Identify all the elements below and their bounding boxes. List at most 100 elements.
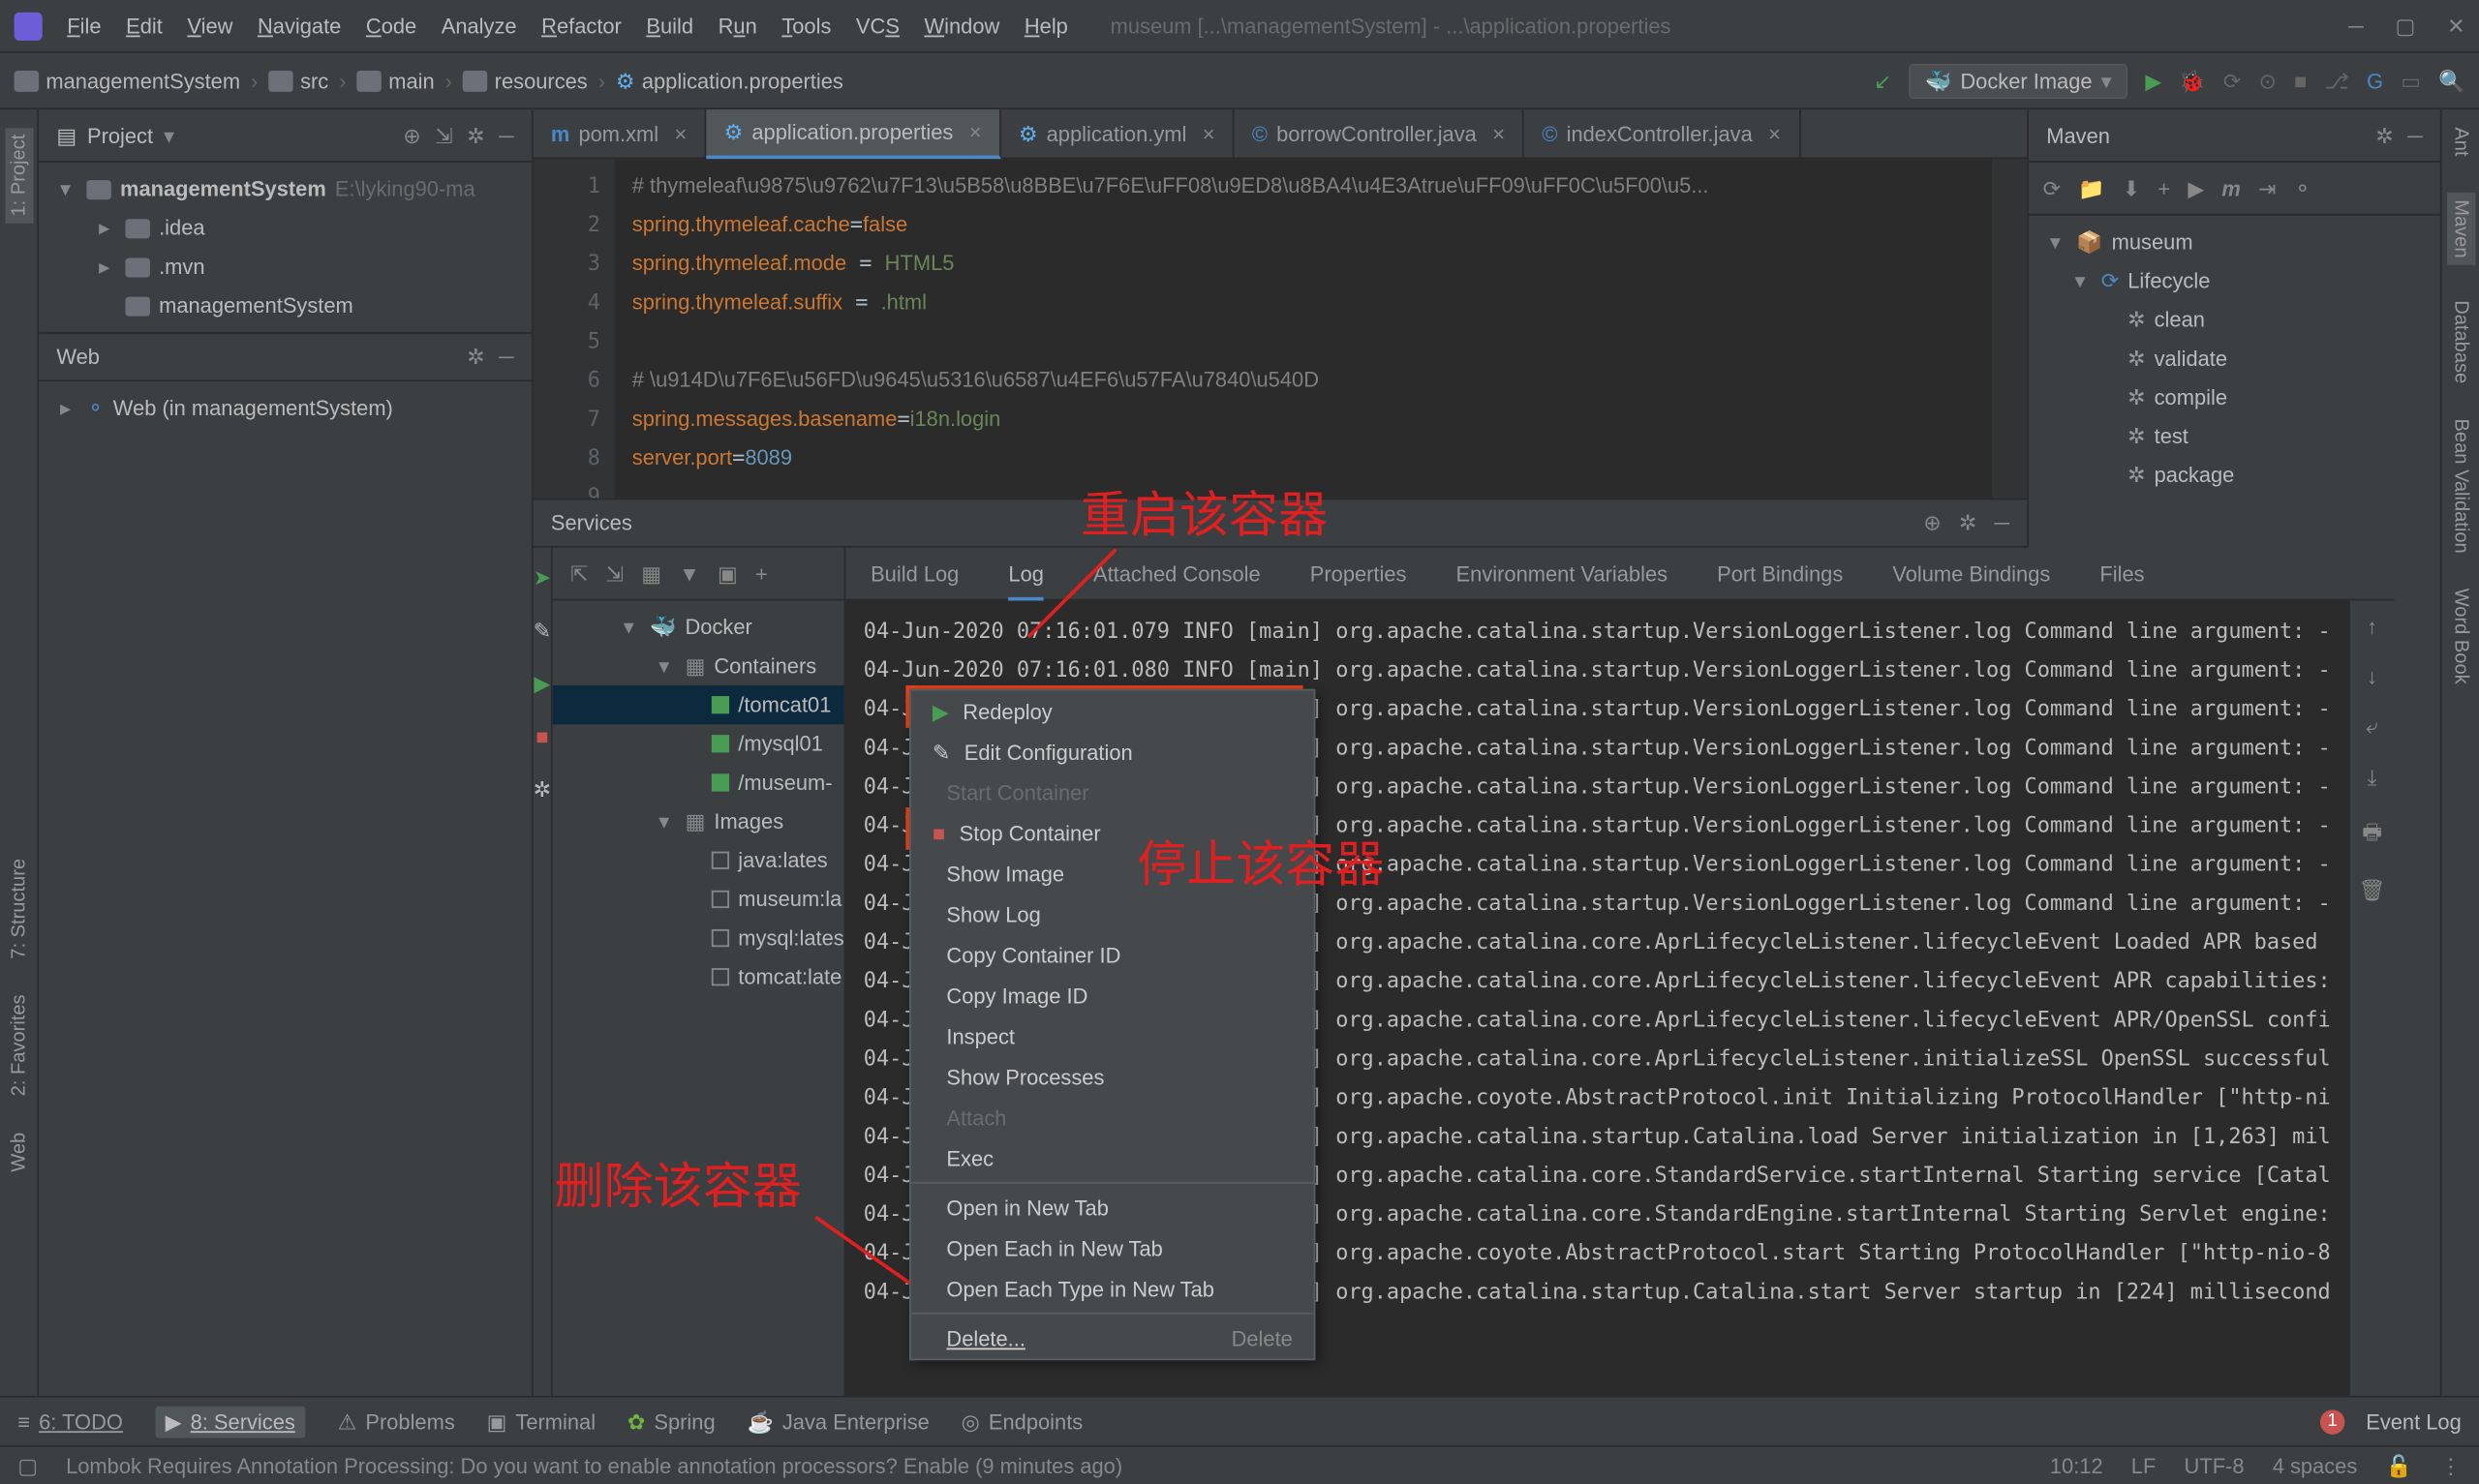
status-more-icon[interactable]: ⋮: [2440, 1453, 2462, 1478]
minimize-icon[interactable]: ─: [2348, 14, 2364, 39]
add-icon[interactable]: +: [755, 560, 768, 586]
project-tree[interactable]: ▾managementSystem E:\lyking90-ma ▸.idea …: [39, 163, 532, 332]
menu-window[interactable]: Window: [924, 14, 999, 39]
maven-run-icon[interactable]: ▶: [2188, 176, 2204, 201]
bottom-problems[interactable]: ⚠Problems: [338, 1408, 455, 1434]
ctx-open-each-new-tab[interactable]: Open Each in New Tab: [911, 1227, 1314, 1268]
side-tab-database[interactable]: Database: [2450, 299, 2471, 382]
tab-close-icon[interactable]: ×: [1203, 121, 1215, 146]
edit-config-icon[interactable]: ✎: [534, 619, 551, 644]
console-tab-attached[interactable]: Attached Console: [1093, 560, 1261, 586]
close-icon[interactable]: ✕: [2447, 14, 2464, 39]
search-everywhere-icon[interactable]: 🔍: [2438, 68, 2464, 93]
bottom-java-enterprise[interactable]: ☕Java Enterprise: [747, 1408, 929, 1434]
expand-icon[interactable]: ⇲: [435, 123, 452, 148]
tab-application-yml[interactable]: ⚙application.yml×: [1001, 108, 1235, 158]
run-button-icon[interactable]: ▶: [2145, 68, 2161, 93]
bottom-endpoints[interactable]: ◎Endpoints: [962, 1408, 1084, 1434]
debug-button-icon[interactable]: 🐞: [2179, 68, 2205, 93]
breadcrumb-src[interactable]: src: [268, 68, 328, 93]
breadcrumb-resources[interactable]: resources: [463, 68, 588, 93]
breadcrumb-main[interactable]: main: [356, 68, 434, 93]
maven-settings-icon[interactable]: ✲: [2375, 123, 2393, 148]
tab-borrow-controller[interactable]: ©borrowController.java×: [1235, 108, 1524, 158]
status-lock-icon[interactable]: 🔓: [2385, 1453, 2411, 1478]
menu-edit[interactable]: Edit: [126, 14, 163, 39]
services-settings-icon[interactable]: ✲: [1959, 510, 1976, 535]
maven-download-icon[interactable]: ⬇: [2123, 176, 2140, 201]
status-line-sep[interactable]: LF: [2131, 1453, 2157, 1478]
status-encoding[interactable]: UTF-8: [2185, 1453, 2245, 1478]
vcs-icon[interactable]: ⎇: [2325, 68, 2349, 93]
services-tree[interactable]: ▾🐳Docker ▾▦Containers /tomcat01 /mysql01…: [553, 601, 844, 1396]
stop-icon[interactable]: ■: [536, 724, 548, 749]
breadcrumb-root[interactable]: managementSystem: [15, 68, 241, 93]
menu-run[interactable]: Run: [719, 14, 757, 39]
menu-help[interactable]: Help: [1025, 14, 1068, 39]
menu-build[interactable]: Build: [646, 14, 693, 39]
start-icon[interactable]: ▶: [534, 672, 550, 697]
side-tab-project[interactable]: 1: Project: [5, 127, 33, 223]
console-tab-env[interactable]: Environment Variables: [1456, 560, 1668, 586]
ctx-delete[interactable]: Delete...Delete: [911, 1317, 1314, 1358]
image-java[interactable]: java:lates: [553, 841, 844, 880]
services-collapse-icon[interactable]: ─: [1994, 510, 2009, 535]
services-locate-icon[interactable]: ⊕: [1923, 510, 1941, 535]
stop-button-icon[interactable]: ■: [2294, 68, 2307, 93]
ctx-copy-image-id[interactable]: Copy Image ID: [911, 975, 1314, 1015]
coverage-icon[interactable]: ⟳: [2223, 68, 2241, 93]
filter-icon[interactable]: ✲: [534, 777, 551, 803]
layout-icon[interactable]: ▣: [718, 560, 738, 586]
status-message[interactable]: Lombok Requires Annotation Processing: D…: [66, 1453, 1122, 1478]
settings-icon[interactable]: ✲: [467, 123, 484, 148]
container-museum[interactable]: /museum-: [553, 763, 844, 802]
web-tree[interactable]: ▸⚬Web (in managementSystem): [39, 381, 532, 1396]
console-tab-ports[interactable]: Port Bindings: [1717, 560, 1843, 586]
console-tab-properties[interactable]: Properties: [1310, 560, 1407, 586]
maven-collapse-icon[interactable]: ─: [2407, 123, 2423, 148]
soft-wrap-icon[interactable]: ⤶: [2366, 713, 2377, 740]
status-indent[interactable]: 4 spaces: [2273, 1453, 2358, 1478]
maven-skip-icon[interactable]: ⇥: [2258, 176, 2276, 201]
expand-all-icon[interactable]: ⇱: [570, 560, 588, 586]
image-museum[interactable]: museum:la: [553, 880, 844, 919]
maven-m-icon[interactable]: m: [2221, 176, 2240, 201]
menu-view[interactable]: View: [187, 14, 232, 39]
container-mysql01[interactable]: /mysql01: [553, 724, 844, 763]
bottom-todo[interactable]: ≡6: TODO: [17, 1408, 123, 1434]
web-settings-icon[interactable]: ✲: [467, 345, 484, 370]
tab-close-icon[interactable]: ×: [1768, 121, 1781, 146]
event-log-button[interactable]: Event Log: [2366, 1408, 2462, 1434]
ctx-inspect[interactable]: Inspect: [911, 1015, 1314, 1056]
scroll-down-icon[interactable]: ↓: [2367, 664, 2377, 689]
ctx-exec[interactable]: Exec: [911, 1137, 1314, 1178]
tab-close-icon[interactable]: ×: [1492, 121, 1505, 146]
image-mysql[interactable]: mysql:lates: [553, 919, 844, 957]
print-icon[interactable]: 🖶: [2362, 816, 2382, 853]
side-tab-favorites[interactable]: 2: Favorites: [8, 995, 29, 1097]
side-tab-maven[interactable]: Maven: [2446, 192, 2474, 264]
tab-close-icon[interactable]: ×: [675, 121, 688, 146]
console-tab-volumes[interactable]: Volume Bindings: [1892, 560, 2050, 586]
console-tab-log[interactable]: Log: [1008, 560, 1044, 599]
filter-tree-icon[interactable]: ▼: [679, 560, 700, 586]
build-icon[interactable]: ↙: [1874, 68, 1891, 93]
maven-add-icon[interactable]: +: [2158, 176, 2170, 201]
ctx-redeploy[interactable]: ▶Redeploy: [911, 691, 1314, 732]
menu-vcs[interactable]: VCS: [856, 14, 900, 39]
editor[interactable]: 123456789 # thymeleaf\u9875\u9762\u7F13\…: [534, 159, 2028, 498]
menu-refactor[interactable]: Refactor: [541, 14, 622, 39]
bottom-services[interactable]: ▶8: Services: [155, 1406, 306, 1438]
ctx-open-new-tab[interactable]: Open in New Tab: [911, 1187, 1314, 1227]
console-tab-files[interactable]: Files: [2099, 560, 2144, 586]
code-content[interactable]: # thymeleaf\u9875\u9762\u7F13\u5B58\u8BB…: [615, 159, 1992, 498]
editor-minimap[interactable]: [1992, 159, 2027, 498]
breadcrumb-file[interactable]: ⚙application.properties: [616, 68, 843, 93]
tab-close-icon[interactable]: ×: [969, 119, 982, 144]
image-tomcat[interactable]: tomcat:late: [553, 957, 844, 996]
run-config-dropdown[interactable]: 🐳Docker Image▾: [1910, 63, 2128, 99]
maximize-icon[interactable]: ▢: [2396, 14, 2416, 39]
deploy-icon[interactable]: ➤: [534, 565, 551, 591]
container-tomcat01[interactable]: /tomcat01: [553, 685, 844, 724]
side-tab-ant[interactable]: Ant: [2450, 127, 2471, 156]
